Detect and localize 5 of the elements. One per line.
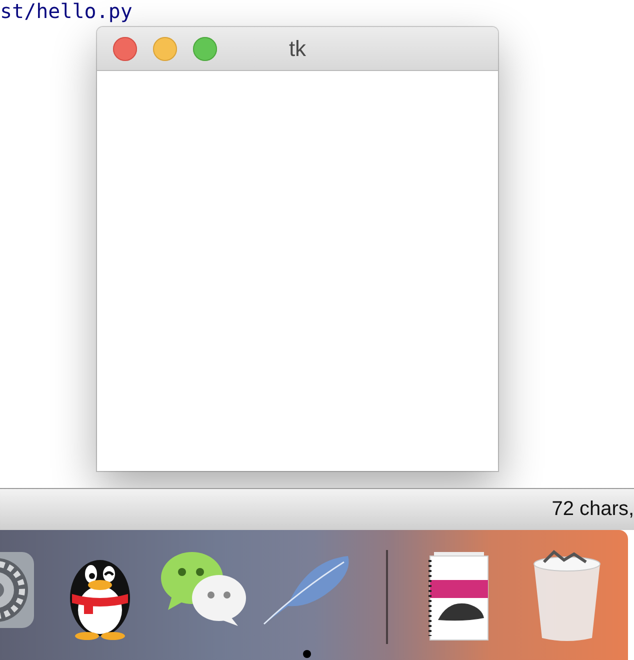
zoom-button[interactable] [193, 36, 217, 60]
status-text: 72 chars, [552, 498, 634, 521]
close-button[interactable] [113, 36, 137, 60]
file-path-text: st/hello.py [0, 0, 132, 22]
window-title: tk [288, 36, 306, 62]
